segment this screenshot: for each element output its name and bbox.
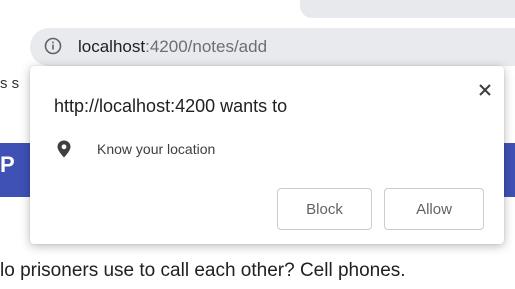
url-host: localhost — [78, 37, 146, 56]
location-pin-icon — [57, 140, 71, 158]
browser-viewport: localhost:4200/notes/add s s P lo prison… — [0, 0, 515, 289]
address-bar[interactable]: localhost:4200/notes/add — [30, 28, 515, 66]
site-info-icon[interactable] — [44, 37, 62, 55]
url-path: :4200/notes/add — [145, 37, 268, 56]
permission-prompt: http://localhost:4200 wants to Know your… — [30, 66, 504, 244]
page-body-text: lo prisoners use to call each other? Cel… — [0, 260, 406, 281]
tab-strip — [300, 0, 515, 18]
page-header-title-fragment: P — [0, 152, 15, 177]
block-button[interactable]: Block — [277, 188, 372, 230]
allow-button[interactable]: Allow — [384, 188, 484, 230]
prompt-title: http://localhost:4200 wants to — [54, 96, 288, 116]
permission-label: Know your location — [97, 141, 216, 157]
page-text-fragment: s s — [0, 75, 20, 92]
close-icon[interactable] — [475, 80, 495, 100]
url-text[interactable]: localhost:4200/notes/add — [78, 37, 267, 57]
